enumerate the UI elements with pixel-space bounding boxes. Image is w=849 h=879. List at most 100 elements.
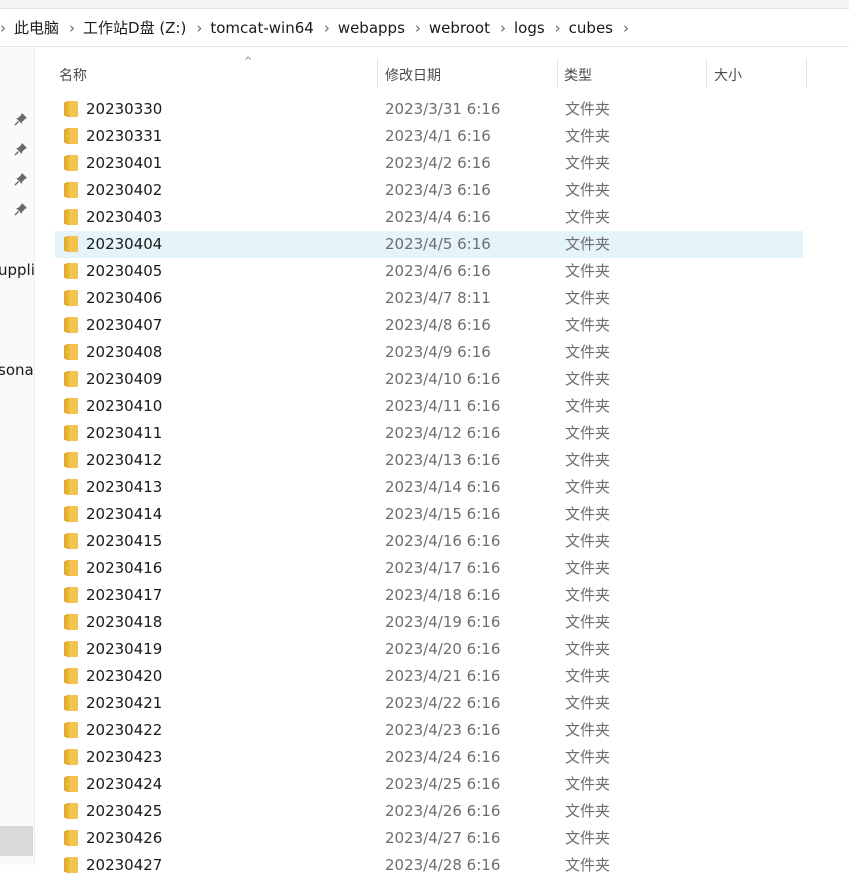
file-modified-date: 2023/4/16 6:16: [385, 532, 501, 550]
pin-icon[interactable]: [14, 172, 28, 186]
file-name: 20230410: [86, 397, 163, 415]
folder-icon: [64, 317, 78, 333]
table-row[interactable]: 20230403 2023/4/4 6:16 文件夹: [55, 204, 803, 231]
breadcrumb-tomcat[interactable]: tomcat-win64: [208, 17, 315, 39]
file-name: 20230330: [86, 100, 163, 118]
chevron-right-icon[interactable]: ›: [555, 19, 561, 37]
file-type: 文件夹: [565, 316, 611, 334]
table-row[interactable]: 20230418 2023/4/19 6:16 文件夹: [55, 609, 803, 636]
table-row[interactable]: 20230422 2023/4/23 6:16 文件夹: [55, 717, 803, 744]
file-name: 20230409: [86, 370, 163, 388]
file-name: 20230413: [86, 478, 163, 496]
file-type: 文件夹: [565, 748, 611, 766]
file-name: 20230420: [86, 667, 163, 685]
file-modified-date: 2023/4/3 6:16: [385, 181, 491, 199]
file-list[interactable]: 20230330 2023/3/31 6:16 文件夹 20230331 2023/4/…: [55, 96, 815, 879]
table-row[interactable]: 20230411 2023/4/12 6:16 文件夹: [55, 420, 803, 447]
table-row[interactable]: 20230330 2023/3/31 6:16 文件夹: [55, 96, 803, 123]
chevron-right-icon[interactable]: ›: [415, 19, 421, 37]
table-row[interactable]: 20230331 2023/4/1 6:16 文件夹: [55, 123, 803, 150]
breadcrumb-logs[interactable]: logs: [512, 17, 547, 39]
table-row[interactable]: 20230406 2023/4/7 8:11 文件夹: [55, 285, 803, 312]
file-modified-date: 2023/4/6 6:16: [385, 262, 491, 280]
column-divider[interactable]: [557, 58, 558, 88]
column-divider[interactable]: [706, 58, 707, 88]
file-type: 文件夹: [565, 424, 611, 442]
breadcrumb-drive[interactable]: 工作站D盘 (Z:): [81, 15, 188, 40]
table-row[interactable]: 20230408 2023/4/9 6:16 文件夹: [55, 339, 803, 366]
chevron-right-icon[interactable]: ›: [500, 19, 506, 37]
file-name: 20230402: [86, 181, 163, 199]
table-row[interactable]: 20230419 2023/4/20 6:16 文件夹: [55, 636, 803, 663]
table-row[interactable]: 20230415 2023/4/16 6:16 文件夹: [55, 528, 803, 555]
table-row[interactable]: 20230425 2023/4/26 6:16 文件夹: [55, 798, 803, 825]
table-row[interactable]: 20230401 2023/4/2 6:16 文件夹: [55, 150, 803, 177]
file-name: 20230411: [86, 424, 163, 442]
table-row[interactable]: 20230416 2023/4/17 6:16 文件夹: [55, 555, 803, 582]
navigation-pane[interactable]: upplic sona: [0, 48, 35, 865]
table-row[interactable]: 20230407 2023/4/8 6:16 文件夹: [55, 312, 803, 339]
table-row[interactable]: 20230427 2023/4/28 6:16 文件夹: [55, 852, 803, 879]
pin-icon[interactable]: [14, 202, 28, 216]
column-header-size[interactable]: 大小: [710, 58, 805, 92]
table-row[interactable]: 20230405 2023/4/6 6:16 文件夹: [55, 258, 803, 285]
table-row[interactable]: 20230404 2023/4/5 6:16 文件夹: [55, 231, 803, 258]
table-row[interactable]: 20230414 2023/4/15 6:16 文件夹: [55, 501, 803, 528]
breadcrumb-this-pc[interactable]: 此电脑: [12, 15, 61, 40]
table-row[interactable]: 20230402 2023/4/3 6:16 文件夹: [55, 177, 803, 204]
file-type: 文件夹: [565, 289, 611, 307]
table-row[interactable]: 20230421 2023/4/22 6:16 文件夹: [55, 690, 803, 717]
breadcrumb-cubes[interactable]: cubes: [567, 17, 615, 39]
file-name: 20230331: [86, 127, 163, 145]
table-row[interactable]: 20230424 2023/4/25 6:16 文件夹: [55, 771, 803, 798]
file-name: 20230414: [86, 505, 163, 523]
chevron-right-icon[interactable]: ›: [196, 19, 202, 37]
file-type: 文件夹: [565, 640, 611, 658]
chevron-right-icon[interactable]: ›: [324, 19, 330, 37]
column-header-type[interactable]: 类型: [560, 58, 705, 92]
table-row[interactable]: 20230413 2023/4/14 6:16 文件夹: [55, 474, 803, 501]
folder-icon: [64, 614, 78, 630]
breadcrumb-webapps[interactable]: webapps: [336, 17, 407, 39]
nav-item-applications[interactable]: upplic: [0, 261, 34, 279]
file-name: 20230401: [86, 154, 163, 172]
column-header-modified[interactable]: 修改日期: [381, 58, 556, 92]
file-modified-date: 2023/4/11 6:16: [385, 397, 501, 415]
chevron-right-icon[interactable]: ›: [623, 19, 629, 37]
column-divider[interactable]: [377, 58, 378, 88]
chevron-right-icon[interactable]: ›: [0, 19, 6, 37]
table-row[interactable]: 20230412 2023/4/13 6:16 文件夹: [55, 447, 803, 474]
table-row[interactable]: 20230410 2023/4/11 6:16 文件夹: [55, 393, 803, 420]
pin-icon[interactable]: [14, 112, 28, 126]
file-name: 20230419: [86, 640, 163, 658]
table-row[interactable]: 20230423 2023/4/24 6:16 文件夹: [55, 744, 803, 771]
pin-icon[interactable]: [14, 142, 28, 156]
file-modified-date: 2023/3/31 6:16: [385, 100, 501, 118]
file-modified-date: 2023/4/25 6:16: [385, 775, 501, 793]
file-type: 文件夹: [565, 370, 611, 388]
address-bar[interactable]: › 此电脑 › 工作站D盘 (Z:) › tomcat-win64 › weba…: [0, 9, 849, 47]
chevron-right-icon[interactable]: ›: [69, 19, 75, 37]
folder-icon: [64, 290, 78, 306]
folder-icon: [64, 830, 78, 846]
folder-icon: [64, 236, 78, 252]
nav-item-selected[interactable]: [0, 826, 33, 856]
file-name: 20230417: [86, 586, 163, 604]
file-name: 20230406: [86, 289, 163, 307]
file-modified-date: 2023/4/8 6:16: [385, 316, 491, 334]
file-name: 20230407: [86, 316, 163, 334]
file-type: 文件夹: [565, 154, 611, 172]
file-type: 文件夹: [565, 127, 611, 145]
table-row[interactable]: 20230420 2023/4/21 6:16 文件夹: [55, 663, 803, 690]
folder-icon: [64, 857, 78, 873]
table-row[interactable]: 20230409 2023/4/10 6:16 文件夹: [55, 366, 803, 393]
column-divider[interactable]: [806, 58, 807, 88]
file-type: 文件夹: [565, 802, 611, 820]
breadcrumb-webroot[interactable]: webroot: [427, 17, 492, 39]
column-header-name[interactable]: 名称: [55, 58, 375, 92]
table-row[interactable]: 20230417 2023/4/18 6:16 文件夹: [55, 582, 803, 609]
file-type: 文件夹: [565, 532, 611, 550]
nav-item-personal[interactable]: sona: [0, 361, 34, 379]
table-row[interactable]: 20230426 2023/4/27 6:16 文件夹: [55, 825, 803, 852]
folder-icon: [64, 506, 78, 522]
